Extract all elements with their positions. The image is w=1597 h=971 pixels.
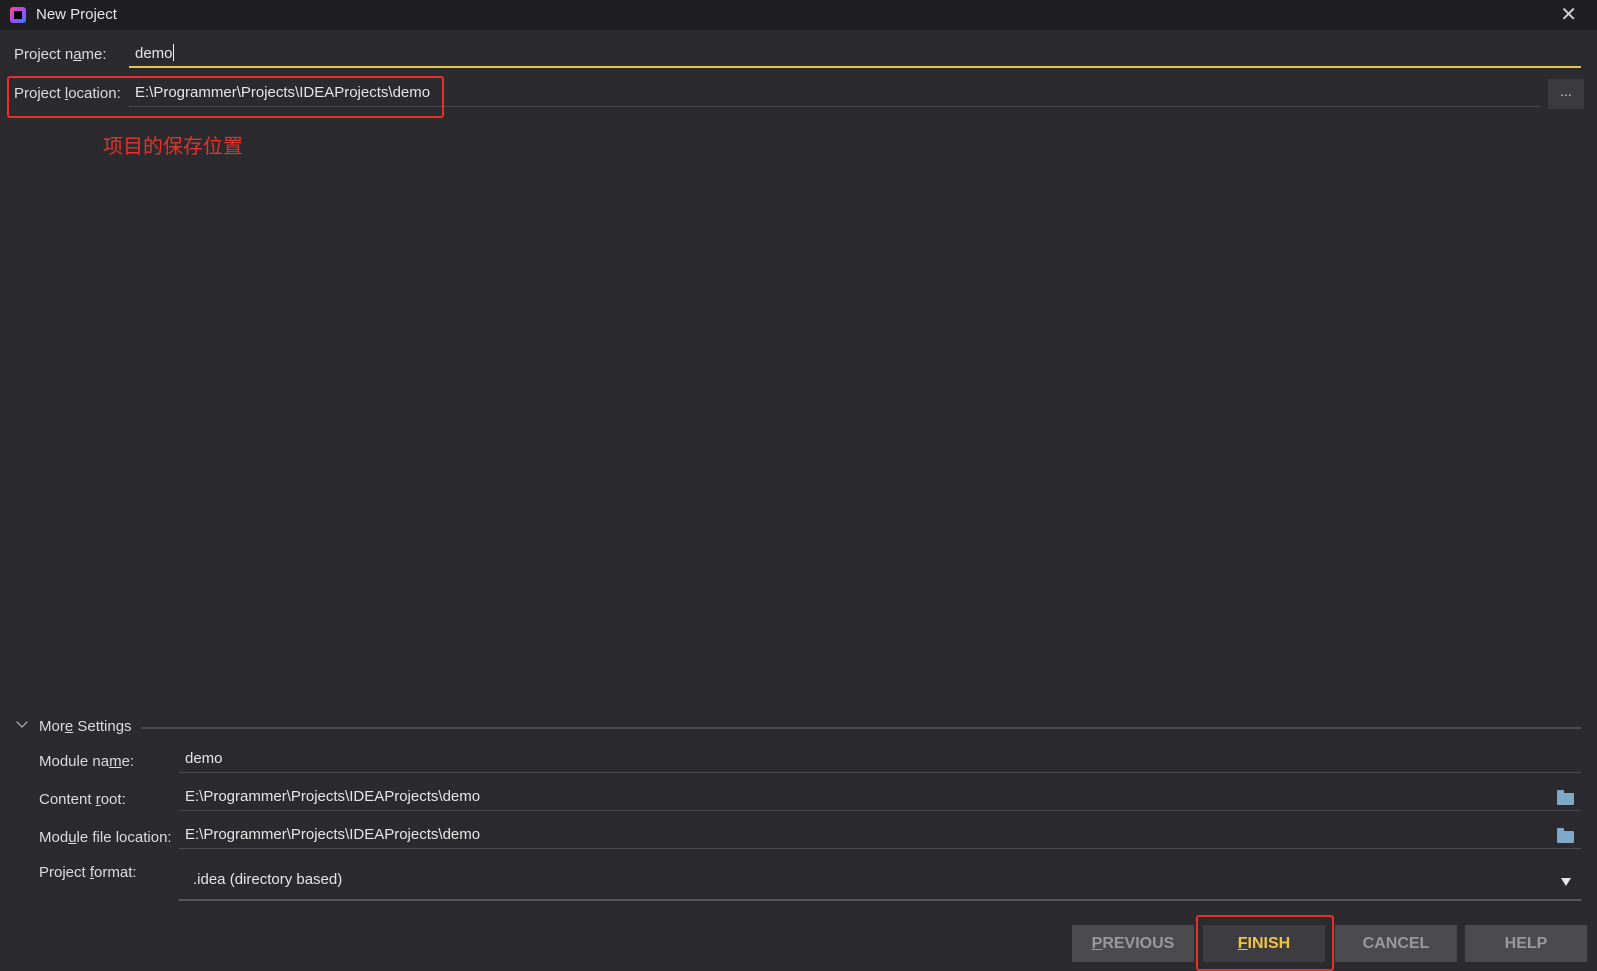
content-root-value: E:\Programmer\Projects\IDEAProjects\demo	[185, 788, 481, 805]
content-root-label: Content root:	[39, 791, 126, 808]
module-file-location-label: Module file location:	[39, 829, 172, 846]
folder-open-icon[interactable]	[1557, 790, 1574, 805]
annotation-text: 项目的保存位置	[103, 136, 243, 158]
previous-button[interactable]: PREVIOUS	[1072, 925, 1194, 962]
project-name-value: demo	[135, 45, 173, 62]
project-format-label: Project format:	[39, 864, 137, 881]
text-caret	[172, 44, 174, 61]
module-file-location-input[interactable]: E:\Programmer\Projects\IDEAProjects\demo	[179, 821, 1581, 849]
folder-open-icon[interactable]	[1557, 828, 1574, 843]
module-name-label: Module name:	[39, 753, 135, 770]
module-name-input[interactable]: demo	[179, 745, 1581, 773]
close-icon[interactable]: ✕	[1560, 2, 1577, 27]
module-file-location-value: E:\Programmer\Projects\IDEAProjects\demo	[185, 826, 481, 843]
project-format-value: .idea (directory based)	[193, 871, 343, 888]
intellij-idea-icon	[10, 7, 26, 23]
project-name-label: Project name:	[14, 46, 107, 63]
more-settings-toggle[interactable]: More Settings	[39, 718, 132, 735]
annotation-box-location	[7, 76, 444, 118]
chevron-down-icon[interactable]	[16, 716, 28, 728]
project-name-input[interactable]: demo	[129, 40, 1581, 68]
browse-button[interactable]: ...	[1548, 79, 1584, 109]
module-name-value: demo	[185, 750, 223, 767]
help-button[interactable]: HELP	[1465, 925, 1587, 962]
section-divider	[141, 727, 1581, 729]
project-format-select[interactable]: .idea (directory based)	[179, 863, 1581, 901]
window-title: New Project	[36, 6, 117, 23]
dropdown-arrow-icon	[1561, 878, 1571, 886]
content-root-input[interactable]: E:\Programmer\Projects\IDEAProjects\demo	[179, 783, 1581, 811]
cancel-button[interactable]: CANCEL	[1335, 925, 1457, 962]
title-bar: New Project ✕	[0, 0, 1597, 30]
annotation-box-finish	[1196, 915, 1334, 971]
